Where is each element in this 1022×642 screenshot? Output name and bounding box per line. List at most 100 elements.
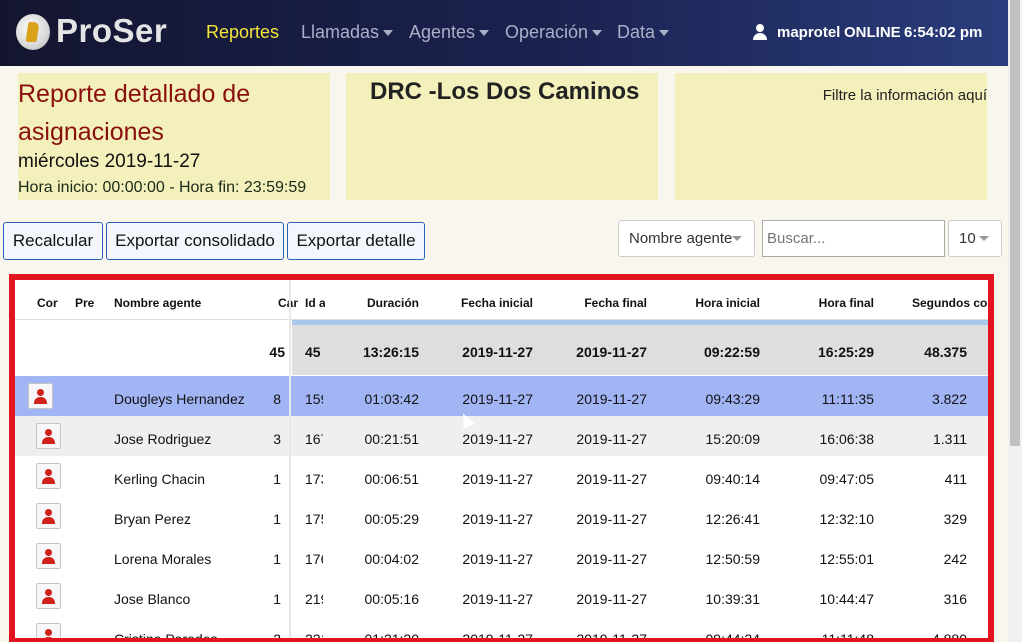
cell-duracion: 00:05:29 — [364, 511, 420, 527]
center-name: DRC -Los Dos Caminos — [370, 78, 640, 105]
center-panel: DRC -Los Dos Caminos — [346, 73, 658, 200]
page-scrollbar-thumb[interactable] — [1010, 0, 1020, 446]
export-detail-button[interactable]: Exportar detalle — [287, 222, 425, 260]
cell-hora-final: 10:44:47 — [819, 591, 875, 607]
nav-agentes-label: Agentes — [409, 22, 476, 42]
filter-hint[interactable]: Filtre la información aquí — [823, 87, 987, 104]
cell-id: 167 — [305, 431, 323, 447]
cell-fecha-inicial: 2019-11-27 — [462, 591, 533, 607]
cell-fecha-inicial: 2019-11-27 — [462, 511, 533, 527]
cell-cantidad: 1 — [273, 551, 281, 567]
summary-hora-final: 16:25:29 — [817, 344, 874, 360]
filter-panel: Filtre la información aquí — [675, 73, 987, 200]
col-header-nombre[interactable]: Nombre agente — [114, 296, 254, 310]
user-icon-body — [34, 397, 47, 404]
summary-id: 45 — [305, 344, 321, 360]
cell-duracion: 00:05:16 — [364, 591, 420, 607]
user-icon-body — [42, 517, 55, 524]
nav-llamadas[interactable]: Llamadas — [301, 22, 394, 43]
user-icon — [45, 469, 52, 476]
nav-data[interactable]: Data — [617, 22, 670, 43]
chevron-down-icon — [979, 236, 989, 241]
report-info-panel: Reporte detallado de asignaciones miérco… — [18, 73, 330, 200]
proser-logo-icon[interactable] — [16, 14, 50, 50]
cell-fecha-inicial: 2019-11-27 — [462, 471, 533, 487]
user-icon-body — [42, 557, 55, 564]
table-row[interactable]: Kerling Chacin 1 173 00:06:51 2019-11-27 2019… — [15, 456, 988, 496]
cell-hora-final: 12:32:10 — [819, 511, 875, 527]
page-size-value: 10 — [959, 230, 976, 247]
nav-agentes[interactable]: Agentes — [409, 22, 490, 43]
agent-select-value: Nombre agente — [629, 230, 733, 247]
col-header-duracion[interactable]: Duración — [335, 296, 419, 310]
cell-segundos: 316 — [943, 591, 967, 607]
cell-hora-inicial: 09:43:29 — [705, 391, 761, 407]
cell-hora-inicial: 12:50:59 — [705, 551, 761, 567]
summary-cantidad: 45 — [269, 344, 285, 360]
col-header-hora-inicial[interactable]: Hora inicial — [665, 296, 760, 310]
cell-cantidad: 1 — [273, 471, 281, 487]
report-hours: Hora inicio: 00:00:00 - Hora fin: 23:59:… — [18, 179, 307, 196]
agent-detail-button[interactable] — [36, 503, 61, 529]
user-icon-body — [42, 437, 55, 444]
search-input[interactable] — [762, 220, 945, 257]
cell-nombre: Dougleys Hernandez — [114, 391, 245, 407]
export-consolidated-button[interactable]: Exportar consolidado — [106, 222, 284, 260]
cell-fecha-final: 2019-11-27 — [576, 631, 647, 642]
cell-hora-final: 12:55:01 — [819, 551, 875, 567]
cell-hora-final: 09:47:05 — [819, 471, 875, 487]
agent-detail-button[interactable] — [36, 463, 61, 489]
user-icon-body — [42, 477, 55, 484]
cell-hora-inicial: 10:39:31 — [705, 591, 761, 607]
cell-cantidad: 2 — [273, 631, 281, 642]
report-date: miércoles 2019-11-27 — [18, 151, 201, 172]
report-title: Reporte detallado de asignaciones — [18, 80, 251, 146]
agent-detail-button[interactable] — [36, 623, 61, 638]
cell-id: 221 — [305, 631, 323, 642]
col-header-fecha-inicial[interactable]: Fecha inicial — [435, 296, 533, 310]
cell-nombre: Cristina Paredes — [114, 631, 218, 642]
col-header-pre[interactable]: Pre — [75, 296, 95, 310]
user-icon — [45, 509, 52, 516]
cell-segundos: 4.880 — [931, 631, 967, 642]
col-header-segundos[interactable]: Segundos co — [912, 296, 988, 310]
online-status: ONLINE — [844, 24, 901, 41]
cell-segundos: 411 — [944, 471, 967, 487]
agent-detail-button[interactable] — [36, 423, 61, 449]
user-icon — [45, 429, 52, 436]
recalcular-button[interactable]: Recalcular — [3, 222, 103, 260]
cell-id: 173 — [305, 471, 323, 487]
col-header-id[interactable]: Id a — [305, 296, 325, 310]
top-navbar: ProSer Reportes Llamadas Agentes Operaci… — [0, 0, 1008, 66]
nav-operacion[interactable]: Operación — [505, 22, 603, 43]
nav-reportes[interactable]: Reportes — [206, 22, 279, 43]
user-icon — [45, 549, 52, 556]
cell-cantidad: 3 — [273, 431, 281, 447]
cell-fecha-inicial: 2019-11-27 — [462, 631, 533, 642]
table-row[interactable]: Cristina Paredes 2 221 01:21:20 2019-11-27 20… — [15, 616, 988, 642]
cell-nombre: Kerling Chacin — [114, 471, 206, 487]
username[interactable]: maprotel — [777, 24, 840, 41]
nav-operacion-label: Operación — [505, 22, 589, 42]
col-header-fecha-final[interactable]: Fecha final — [550, 296, 647, 310]
table-row[interactable]: Jose Blanco 1 219 00:05:16 2019-11-27 2019-11… — [15, 576, 988, 616]
brand-name[interactable]: ProSer — [56, 12, 167, 50]
user-icon — [752, 24, 768, 40]
col-header-hora-final[interactable]: Hora final — [780, 296, 874, 310]
summary-fecha-inicial: 2019-11-27 — [462, 344, 533, 360]
table-row[interactable]: Jose Rodriguez 3 167 00:21:51 2019-11-27 2019… — [15, 416, 988, 456]
user-icon-body — [42, 597, 55, 604]
col-header-cor[interactable]: Cor — [37, 296, 61, 310]
cell-hora-final: 11:11:35 — [821, 391, 874, 407]
col-header-cantidad[interactable]: Can — [278, 296, 298, 310]
table-row[interactable]: Bryan Perez 1 175 00:05:29 2019-11-27 2019-11… — [15, 496, 988, 536]
agent-column-select[interactable]: Nombre agente — [618, 220, 755, 257]
page-size-select[interactable]: 10 — [948, 220, 1002, 257]
agent-detail-button[interactable] — [36, 583, 61, 609]
table-row[interactable]: Lorena Morales 1 176 00:04:02 2019-11-27 2019… — [15, 536, 988, 576]
agent-detail-button[interactable] — [28, 383, 53, 409]
agent-detail-button[interactable] — [36, 543, 61, 569]
table-row[interactable]: Dougleys Hernandez 8 159 01:03:42 2019-11-27… — [15, 376, 988, 416]
cell-segundos: 329 — [943, 511, 967, 527]
cell-hora-final: 16:06:38 — [819, 431, 875, 447]
